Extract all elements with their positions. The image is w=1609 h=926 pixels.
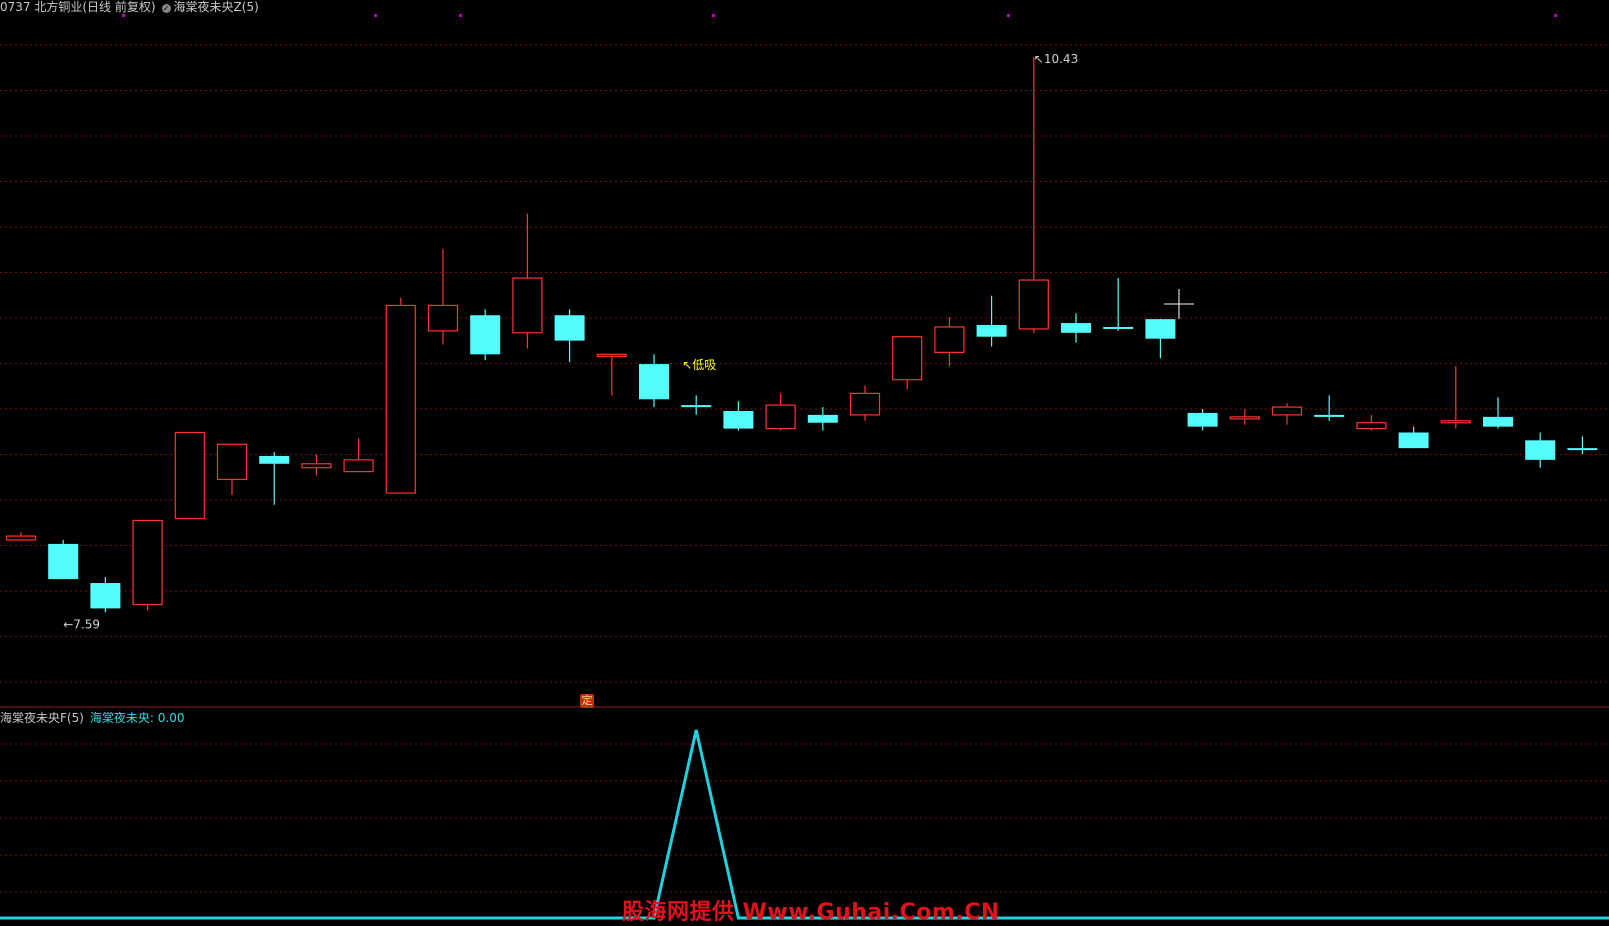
candle-body [1229, 416, 1260, 420]
candle-body [807, 414, 838, 423]
candle-body [596, 353, 627, 357]
candle-body [343, 459, 374, 473]
candle-body [892, 336, 923, 381]
ding-badge[interactable]: 定 [580, 694, 594, 708]
top-marker [1007, 14, 1010, 17]
candle-body [849, 392, 881, 416]
top-marker [122, 14, 125, 17]
candle-body [1440, 420, 1471, 424]
signal-label: ↖低吸 [682, 358, 716, 372]
candle-body [765, 404, 796, 430]
candle-body [1356, 422, 1387, 430]
main-indicator-title: 海棠夜未央Z(5) [173, 0, 259, 14]
watermark: 股海网提供 Www.Guhai.Com.CN [622, 900, 1000, 925]
candle-body [427, 304, 459, 332]
top-marker [374, 14, 377, 17]
high-price-label: ↖10.43 [1034, 52, 1078, 66]
candle-body [681, 405, 712, 408]
candle-body [554, 315, 585, 341]
candle-body [216, 443, 248, 481]
candle-body [1314, 414, 1345, 417]
top-marker [712, 14, 715, 17]
candle-body [385, 304, 416, 494]
candle-body [1271, 406, 1303, 416]
top-marker [459, 14, 462, 17]
candle-body [976, 325, 1007, 337]
sub-chart-header: 海棠夜未央F(5) 海棠夜未央: 0.00 [0, 711, 184, 725]
candle-body [934, 326, 965, 353]
candle-body [1187, 412, 1218, 427]
candle-body [259, 455, 290, 464]
candle-body [48, 543, 79, 580]
sub-indicator-value: 海棠夜未央: 0.00 [89, 711, 185, 725]
top-marker [1554, 14, 1557, 17]
settings-dot-icon[interactable]: ✓ [161, 4, 171, 13]
candle-body [301, 463, 332, 469]
candle-body [1567, 448, 1598, 451]
indicator-line [0, 729, 1609, 920]
candle-body [1061, 323, 1091, 333]
kline-chart[interactable]: ↖10.43 ←7.59 ↖低吸 [0, 0, 1609, 924]
candle-body [1018, 279, 1049, 330]
candle-body [1525, 440, 1556, 460]
candle-body [1398, 432, 1429, 449]
candle-body [470, 315, 501, 355]
candle-body [132, 519, 163, 606]
main-chart-header: 0737 北方铜业(日线 前复权) ✓ 海棠夜未央Z(5) [0, 0, 259, 14]
candle-body [723, 411, 754, 429]
candle-body [1145, 319, 1176, 339]
low-price-label: ←7.59 [63, 617, 100, 631]
candle-body [174, 431, 205, 520]
stock-title: 0737 北方铜业(日线 前复权) [0, 0, 156, 14]
candle-body [90, 583, 121, 609]
candle-body [639, 364, 669, 400]
candle-body [5, 535, 37, 541]
candle-body [512, 277, 543, 334]
candle-body [1483, 416, 1513, 427]
candle-body [1103, 326, 1134, 329]
sub-indicator-title: 海棠夜未央F(5) [0, 711, 84, 725]
